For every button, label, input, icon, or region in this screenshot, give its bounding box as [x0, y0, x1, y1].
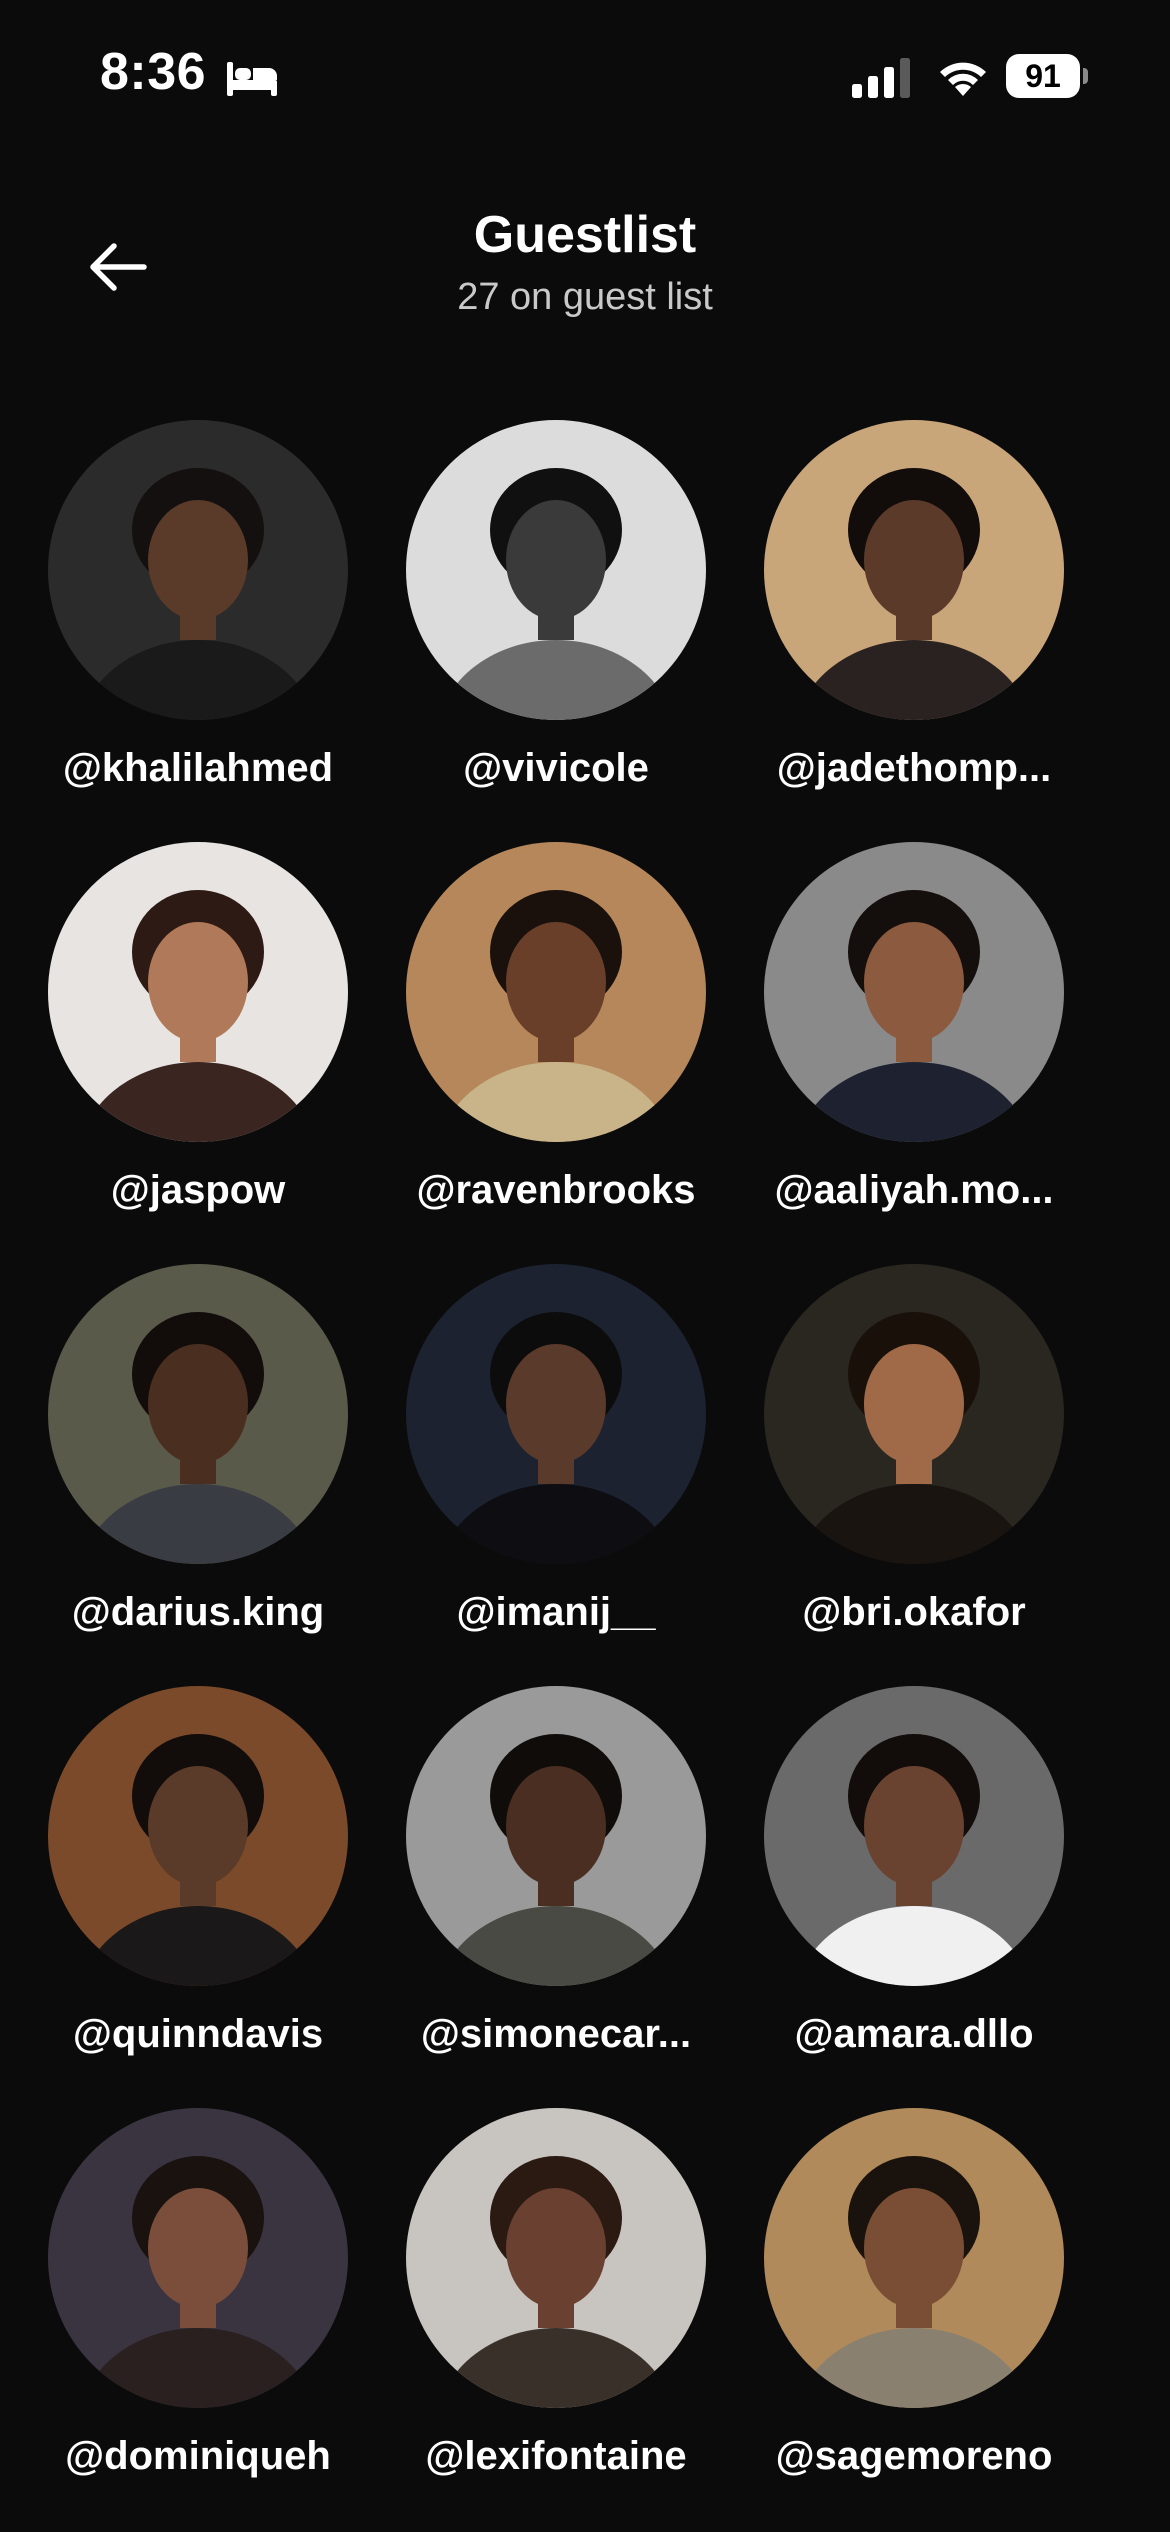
status-bar: 8:36 91 — [0, 0, 1170, 150]
guest-item[interactable]: @jadethomp... — [734, 420, 1092, 820]
guest-handle[interactable]: @dominiqueh — [8, 2434, 388, 2479]
guest-handle[interactable]: @aaliyah.mo... — [724, 1168, 1104, 1213]
guest-handle[interactable]: @amara.dllo — [724, 2012, 1104, 2057]
page-title: Guestlist — [473, 206, 697, 264]
guest-item[interactable]: @aaliyah.mo... — [734, 842, 1092, 1242]
avatar[interactable] — [764, 2108, 1064, 2408]
guest-item[interactable]: @dominiqueh — [18, 2108, 376, 2508]
battery-level: 91 — [1006, 54, 1080, 98]
guest-item[interactable]: @amara.dllo — [734, 1686, 1092, 2086]
guest-item[interactable]: @jaspow — [18, 842, 376, 1242]
avatar[interactable] — [48, 842, 348, 1142]
avatar[interactable] — [764, 1264, 1064, 1564]
guest-item[interactable]: @darius.king — [18, 1264, 376, 1664]
avatar[interactable] — [48, 1686, 348, 1986]
avatar[interactable] — [764, 842, 1064, 1142]
bed-icon — [227, 62, 277, 96]
guest-item[interactable]: @sagemoreno — [734, 2108, 1092, 2508]
battery-icon: 91 — [1006, 54, 1088, 98]
guest-handle[interactable]: @ravenbrooks — [366, 1168, 746, 1213]
guest-item[interactable]: @vivicole — [376, 420, 734, 820]
guest-handle[interactable]: @lexifontaine — [366, 2434, 746, 2479]
cellular-signal-icon — [852, 58, 910, 98]
avatar[interactable] — [48, 2108, 348, 2408]
avatar[interactable] — [406, 842, 706, 1142]
avatar[interactable] — [764, 420, 1064, 720]
avatar[interactable] — [406, 1686, 706, 1986]
avatar[interactable] — [406, 1264, 706, 1564]
guest-handle[interactable]: @khalilahmed — [8, 746, 388, 791]
guest-handle[interactable]: @quinndavis — [8, 2012, 388, 2057]
guest-item[interactable]: @quinndavis — [18, 1686, 376, 2086]
guest-item[interactable]: @khalilahmed — [18, 420, 376, 820]
wifi-icon — [940, 62, 986, 96]
guest-handle[interactable]: @imanij__ — [366, 1590, 746, 1635]
avatar[interactable] — [406, 420, 706, 720]
guest-item[interactable]: @ravenbrooks — [376, 842, 734, 1242]
battery-tip — [1083, 68, 1088, 84]
avatar[interactable] — [48, 1264, 348, 1564]
avatar[interactable] — [764, 1686, 1064, 1986]
guest-handle[interactable]: @jadethomp... — [724, 746, 1104, 791]
guest-item[interactable]: @imanij__ — [376, 1264, 734, 1664]
guest-item[interactable]: @lexifontaine — [376, 2108, 734, 2508]
avatar[interactable] — [406, 2108, 706, 2408]
guest-handle[interactable]: @jaspow — [8, 1168, 388, 1213]
guest-handle[interactable]: @darius.king — [8, 1590, 388, 1635]
guest-handle[interactable]: @vivicole — [366, 746, 746, 791]
guest-handle[interactable]: @simonecar... — [366, 2012, 746, 2057]
status-time: 8:36 — [100, 43, 207, 101]
guest-handle[interactable]: @sagemoreno — [724, 2434, 1104, 2479]
guest-count: 27 on guest list — [457, 276, 713, 318]
avatar[interactable] — [48, 420, 348, 720]
guest-handle[interactable]: @bri.okafor — [724, 1590, 1104, 1635]
guest-item[interactable]: @bri.okafor — [734, 1264, 1092, 1664]
guest-item[interactable]: @simonecar... — [376, 1686, 734, 2086]
